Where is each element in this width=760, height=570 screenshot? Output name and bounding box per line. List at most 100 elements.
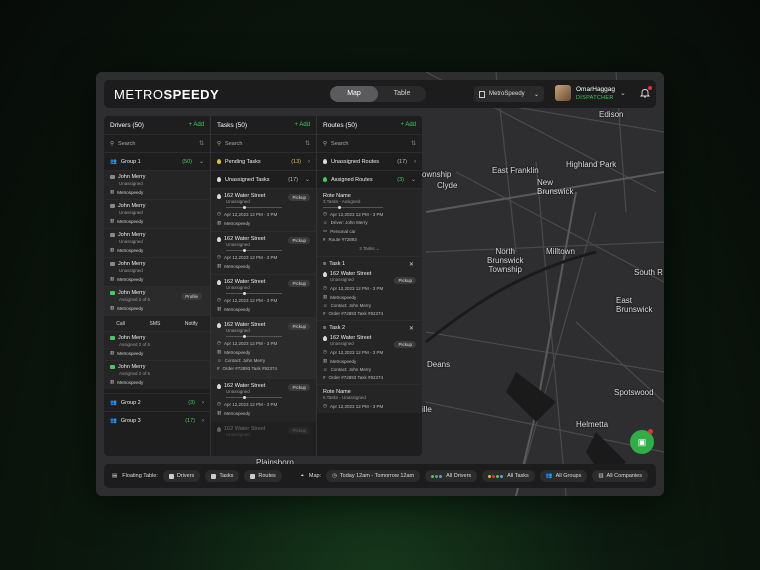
filter-icon[interactable]: ⇅ (411, 140, 416, 147)
profile-button[interactable]: Profile (181, 293, 202, 300)
tab-map[interactable]: Map (330, 86, 378, 102)
task-company: Metrospeedy (330, 358, 357, 364)
group-3-header[interactable]: 👥 Group 3 (17) › (104, 411, 210, 429)
org-selector[interactable]: MetroSpeedy ⌄ (474, 86, 544, 102)
close-icon[interactable]: ✕ (409, 261, 414, 268)
driver-item[interactable]: John Merry Unassigned ▥ Metrospeedy (104, 170, 210, 199)
task-item[interactable]: 162 Water Street Unassigned ◷ Apr 12,2023… (211, 188, 316, 231)
task-progress (226, 206, 282, 209)
task-contact: Contact: John Merry (330, 367, 372, 372)
routes-search[interactable]: ⚲ Search ⇅ (317, 134, 422, 152)
tasks-search[interactable]: ⚲ Search ⇅ (211, 134, 316, 152)
clock-icon: ◷ (323, 285, 327, 290)
map-label-helmetta: Helmetta (576, 420, 609, 429)
driver-name: John Merry (118, 364, 146, 370)
group-icon: 👥 (110, 399, 117, 406)
pickup-badge: Pickup (288, 280, 310, 287)
route-driver: Driver: John Merry (330, 220, 368, 225)
task-contact: Contact: John Merry (330, 303, 372, 308)
all-companies-chip[interactable]: ▥ All Companies (592, 470, 648, 482)
floating-routes-chip[interactable]: Routes (244, 470, 282, 482)
driver-item[interactable]: John Merry Unassigned ▥ Metrospeedy (104, 199, 210, 228)
driver-name: John Merry (118, 290, 146, 296)
driver-item-selected[interactable]: John Merry Assigned 2 of 6 ▥ Metrospeedy … (104, 286, 210, 315)
task-time: Apr 12,2023 12 PM - 3 PM (223, 340, 278, 346)
unassigned-tasks-header[interactable]: Unassigned Tasks (17) ⌄ (211, 170, 316, 188)
all-drivers-chip[interactable]: All Drivers (425, 470, 478, 482)
driver-item[interactable]: John Merry Assigned 2 of 6 ▥ Metrospeedy (104, 331, 210, 360)
clock-icon: ◷ (323, 349, 327, 354)
building-icon: ▥ (110, 350, 115, 355)
driver-status: Unassigned (119, 239, 143, 244)
building-icon: ▥ (110, 276, 115, 281)
route-task-1[interactable]: ≡ Task 1 ✕ 162 Water Street Unassigned Pi… (317, 256, 422, 320)
driver-item[interactable]: John Merry Unassigned ▥ Metrospeedy (104, 228, 210, 257)
tab-table[interactable]: Table (378, 86, 426, 102)
pin-icon (323, 159, 327, 164)
driver-status: Unassigned (119, 210, 143, 215)
all-groups-chip[interactable]: 👥 All Groups (539, 470, 588, 482)
pin-icon (217, 177, 221, 182)
clock-icon: ◷ (217, 340, 221, 345)
task-time: Apr 12,2023 12 PM - 3 PM (223, 254, 278, 260)
group-1-header[interactable]: 👥 Group 1 (50) ⌄ (104, 152, 210, 170)
add-driver-button[interactable]: + Add (188, 122, 204, 128)
task-item[interactable]: 162 Water Street Unassigned ◷ Apr 12,2023… (211, 378, 316, 421)
call-button[interactable]: Call (116, 321, 125, 327)
routes-count: (50) (345, 121, 357, 129)
pickup-badge: Pickup (394, 341, 416, 348)
task-item[interactable]: 162 Water Street Unassigned ◷ Apr 12,2023… (211, 231, 316, 274)
group-2-header[interactable]: 👥 Group 2 (3) › (104, 393, 210, 411)
route-item[interactable]: Rote Name 6 Tasks - Unassigned ◷ Apr 12,2… (317, 384, 422, 413)
pickup-badge: Pickup (288, 427, 310, 434)
brand-logo[interactable]: METROSPEEDY (114, 87, 219, 102)
unassigned-routes-header[interactable]: Unassigned Routes (17) › (317, 152, 422, 170)
route-task-2[interactable]: ≡ Task 2 ✕ 162 Water Street Unassigned Pi… (317, 320, 422, 384)
floating-drivers-chip[interactable]: Drivers (162, 470, 201, 482)
task-item[interactable]: 162 Water Street Unassigned Pickup (211, 421, 316, 456)
sms-button[interactable]: SMS (149, 321, 160, 327)
driver-icon (110, 291, 115, 295)
pickup-badge: Pickup (288, 384, 310, 391)
user-menu-chevron-icon[interactable]: ⌄ (620, 89, 626, 97)
chip-label: All Tasks (507, 473, 529, 479)
pickup-badge: Pickup (288, 237, 310, 244)
route-vehicle: Personal car (330, 228, 356, 234)
route-item[interactable]: Rote Name 3 Tasks - Assigned ◷ Apr 12,202… (317, 188, 422, 256)
route-tasks-toggle[interactable]: 3 Tasks ⌄ (323, 246, 416, 252)
list-icon: ≡ (323, 325, 327, 331)
search-icon: ⚲ (323, 140, 328, 147)
add-route-button[interactable]: + Add (400, 122, 416, 128)
chip-label: All Drivers (446, 473, 472, 479)
user-role: DISPATCHER (576, 95, 614, 101)
filter-icon[interactable]: ⇅ (305, 140, 310, 147)
routes-panel: Routes (50) + Add ⚲ Search ⇅ Unassigned Ro… (316, 116, 422, 456)
pin-icon (217, 383, 221, 389)
hash-icon: # (323, 237, 326, 242)
task-item-expanded[interactable]: 162 Water Street Unassigned ◷ Apr 12,2023… (211, 317, 316, 378)
task-item[interactable]: 162 Water Street Unassigned ◷ Apr 12,2023… (211, 274, 316, 317)
assigned-routes-header[interactable]: Assigned Routes (3) ⌄ (317, 170, 422, 188)
driver-item[interactable]: John Merry Unassigned ▥ Metrospeedy (104, 257, 210, 286)
group-count: (17) (288, 176, 298, 183)
filter-icon[interactable]: ⇅ (199, 140, 204, 147)
add-task-button[interactable]: + Add (294, 122, 310, 128)
clock-icon: ◷ (217, 254, 221, 259)
task-order: Order #72893 Task #92374 (222, 366, 277, 371)
drivers-search[interactable]: ⚲ Search ⇅ (104, 134, 210, 152)
tasks-header: Tasks (50) + Add (211, 116, 316, 134)
avatar[interactable] (555, 85, 571, 101)
list-icon: ≡ (323, 261, 327, 267)
driver-company: Metrospeedy (117, 247, 144, 253)
date-range-chip[interactable]: ◷ Today 12am - Tomorrow 12am (326, 470, 421, 482)
view-toggle: Map Table (330, 86, 426, 102)
route-sub: 6 Tasks - Unassigned (323, 395, 366, 400)
all-tasks-chip[interactable]: All Tasks (482, 470, 535, 482)
pending-tasks-header[interactable]: Pending Tasks (13) › (211, 152, 316, 170)
task-progress (226, 335, 282, 338)
floating-tasks-chip[interactable]: Tasks (205, 470, 240, 482)
pin-icon (217, 426, 221, 432)
notify-button[interactable]: Notify (185, 321, 198, 327)
close-icon[interactable]: ✕ (409, 325, 414, 332)
driver-item[interactable]: John Merry Assigned 2 of 6 ▥ Metrospeedy (104, 360, 210, 389)
